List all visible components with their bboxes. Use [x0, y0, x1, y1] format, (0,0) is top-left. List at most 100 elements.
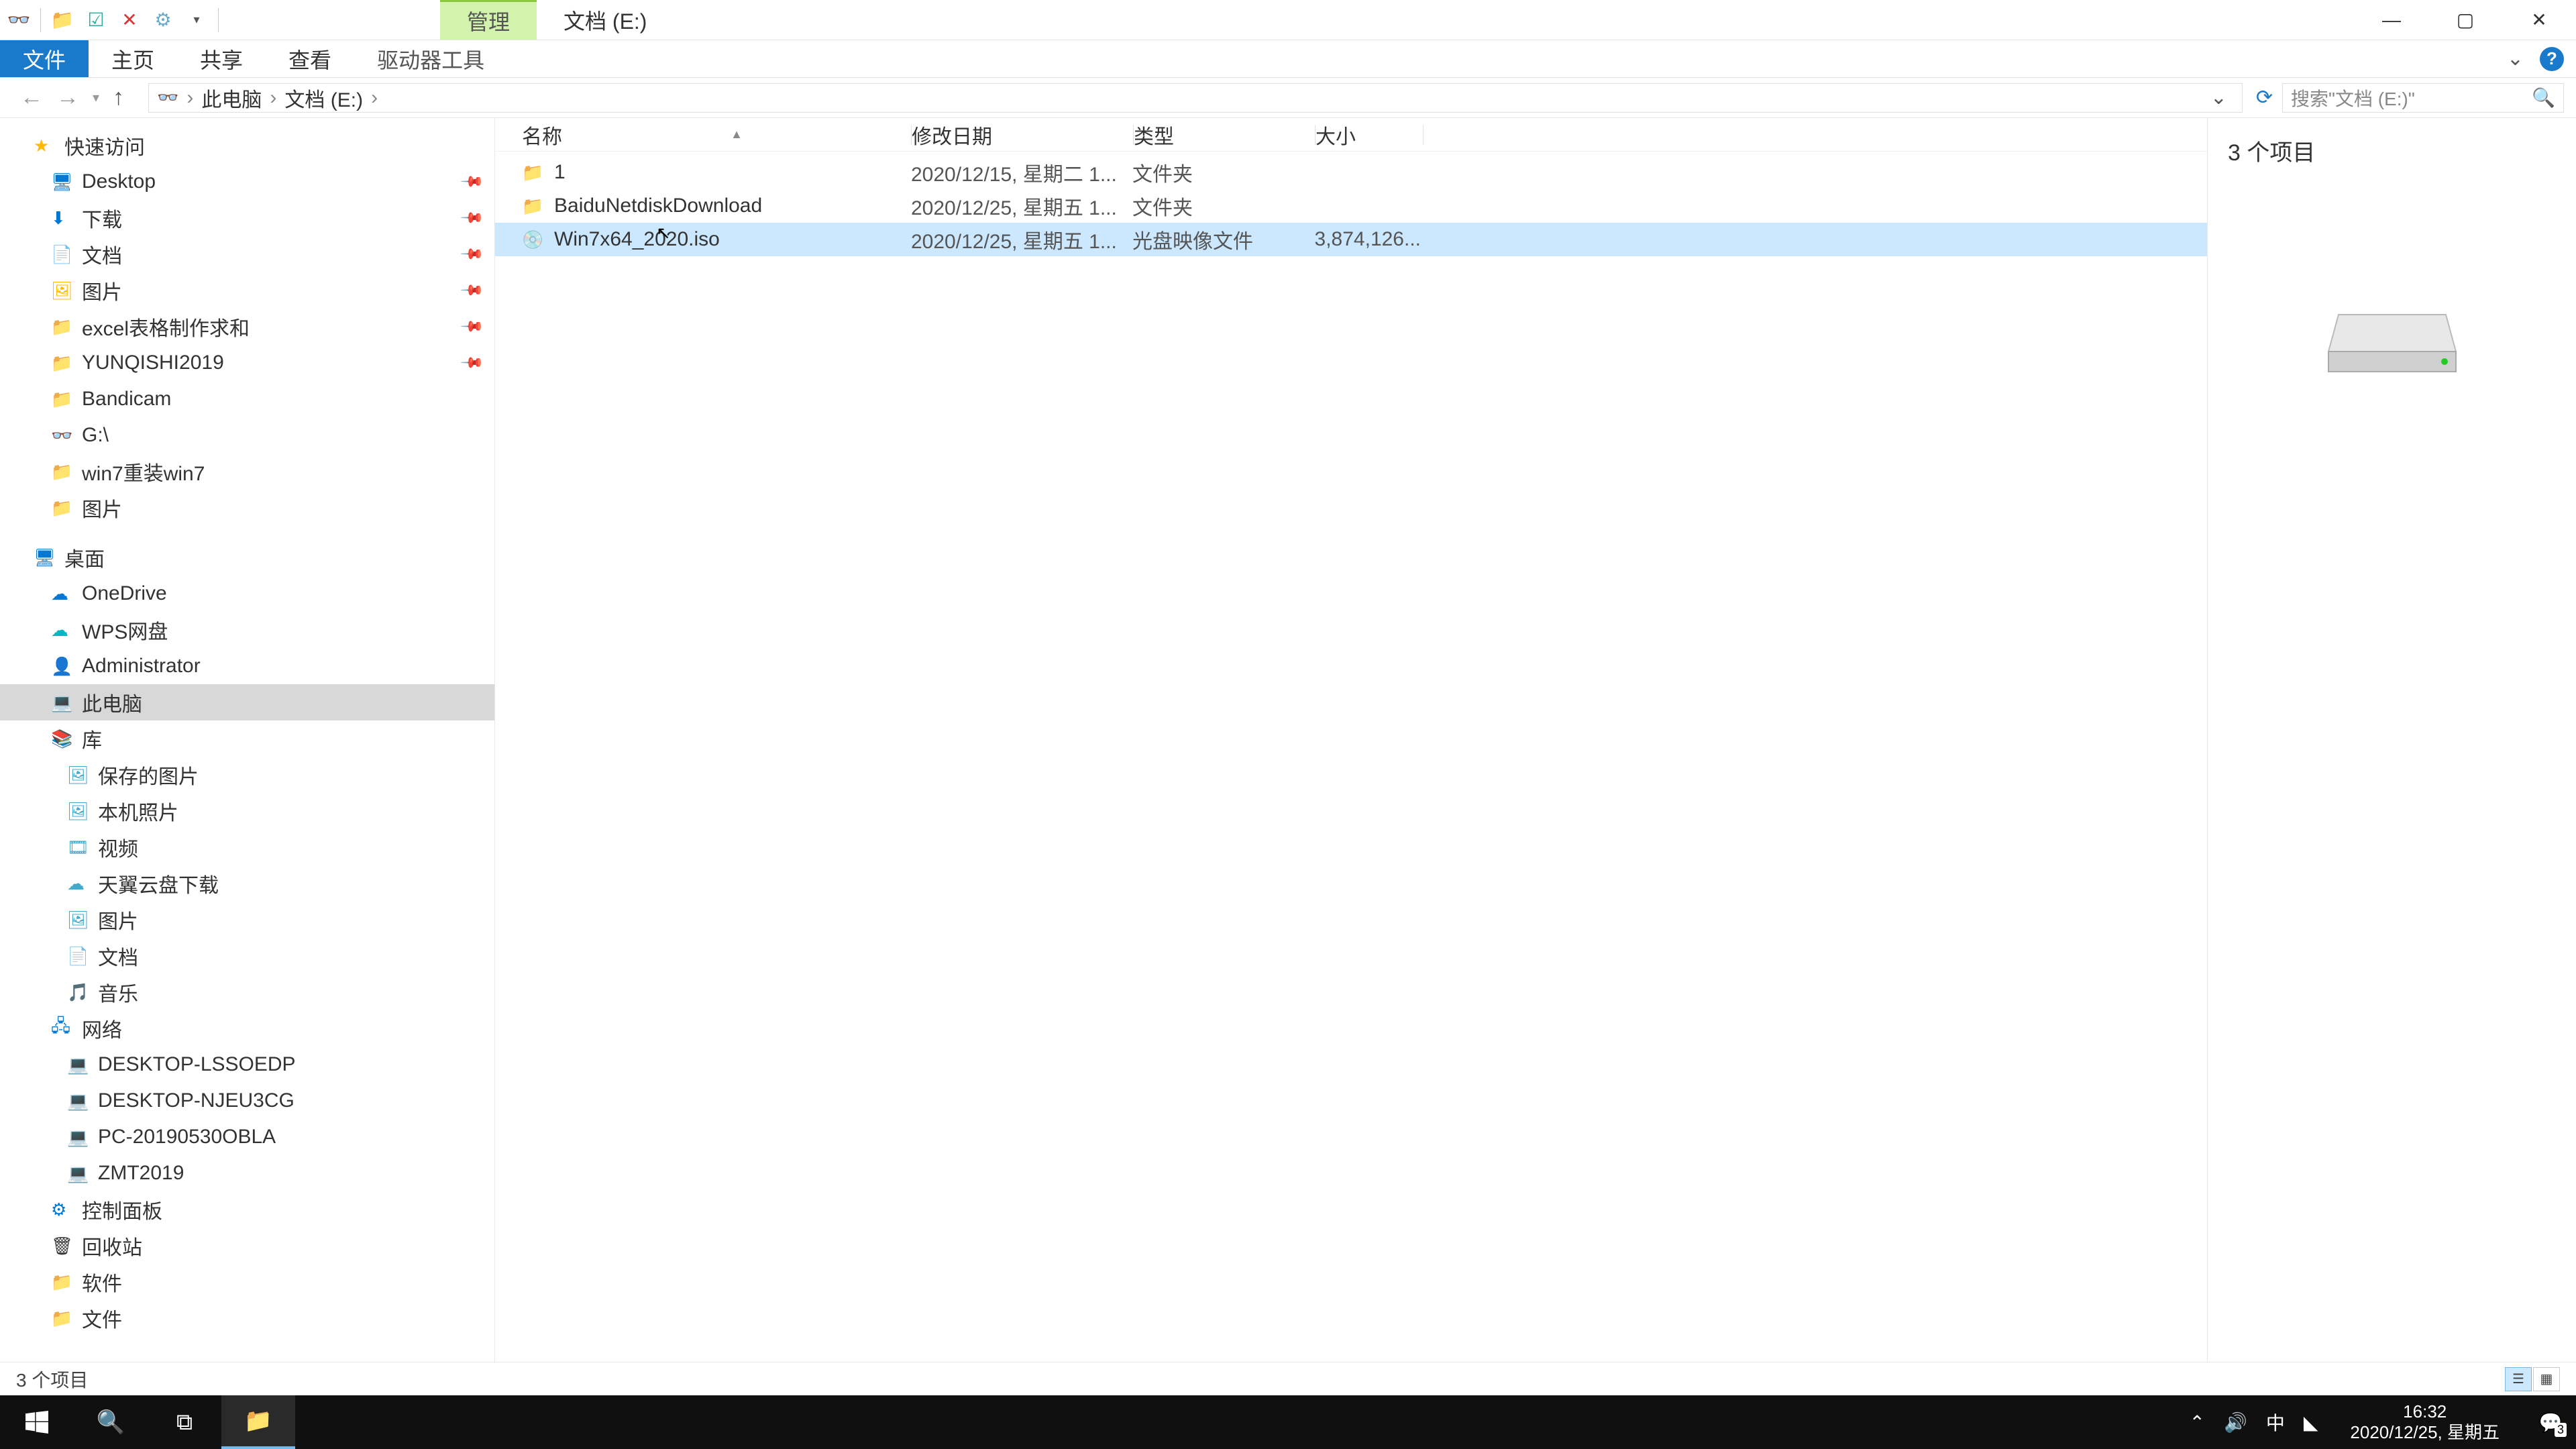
- tree-label: 音乐: [98, 977, 138, 1007]
- address-dropdown-icon[interactable]: ⌄: [2204, 86, 2234, 109]
- help-button[interactable]: ?: [2540, 47, 2564, 71]
- start-button[interactable]: [0, 1395, 74, 1449]
- file-tab[interactable]: 文件: [0, 40, 89, 77]
- refresh-button[interactable]: ⟳: [2247, 86, 2282, 109]
- volume-icon[interactable]: 🔊: [2224, 1411, 2247, 1434]
- sidebar-software[interactable]: 📁软件: [0, 1264, 494, 1300]
- sidebar-music[interactable]: 🎵音乐: [0, 974, 494, 1010]
- qat-dropdown-icon[interactable]: ▾: [184, 8, 209, 32]
- navigation-pane[interactable]: ★快速访问 🖥Desktop📌 ⬇下载📌 📄文档📌 🖼图片📌 📁excel表格制…: [0, 118, 495, 1362]
- tray-app-icon[interactable]: ◣: [2304, 1411, 2318, 1434]
- pin-icon: 📌: [459, 169, 484, 195]
- drive-tools-tab[interactable]: 驱动器工具: [354, 40, 507, 77]
- sidebar-pc1[interactable]: 💻DESKTOP-LSSOEDP: [0, 1046, 494, 1083]
- network-icon: 🖧: [51, 1014, 75, 1043]
- sidebar-pictures[interactable]: 🖼图片📌: [0, 272, 494, 309]
- sidebar-documents2[interactable]: 📄文档: [0, 938, 494, 974]
- sidebar-desktop[interactable]: 🖥Desktop📌: [0, 164, 494, 200]
- search-button[interactable]: 🔍: [74, 1395, 148, 1449]
- sidebar-libraries[interactable]: 📚库: [0, 720, 494, 757]
- forward-button[interactable]: →: [56, 85, 79, 111]
- sidebar-saved-pics[interactable]: 🖼 保存的图片: [0, 757, 494, 793]
- tree-label: ZMT2019: [98, 1162, 184, 1185]
- column-date[interactable]: 修改日期: [912, 120, 1133, 150]
- sidebar-win7[interactable]: 📁win7重装win7: [0, 453, 494, 490]
- icons-view-button[interactable]: ▦: [2533, 1367, 2560, 1391]
- sidebar-this-pc[interactable]: 💻此电脑: [0, 684, 494, 720]
- sidebar-files[interactable]: 📁文件: [0, 1300, 494, 1336]
- file-row[interactable]: 📁12020/12/15, 星期二 1...文件夹: [495, 156, 2207, 189]
- main-content: ★快速访问 🖥Desktop📌 ⬇下载📌 📄文档📌 🖼图片📌 📁excel表格制…: [0, 118, 2576, 1362]
- window-title: 文档 (E:): [537, 0, 674, 40]
- file-row[interactable]: 💿Win7x64_2020.iso2020/12/25, 星期五 1...光盘映…: [495, 223, 2207, 256]
- sidebar-network[interactable]: 🖧网络: [0, 1010, 494, 1046]
- cloud-icon: ☁: [51, 584, 75, 604]
- tray-overflow-icon[interactable]: ⌃: [2190, 1411, 2205, 1434]
- chevron-right-icon[interactable]: ›: [182, 87, 197, 109]
- qat-properties-icon[interactable]: 📁: [50, 8, 74, 32]
- desktop-icon: 🖥: [34, 547, 58, 568]
- close-button[interactable]: ✕: [2502, 0, 2576, 40]
- sidebar-camera-roll[interactable]: 🖼本机照片: [0, 793, 494, 829]
- sidebar-pc4[interactable]: 💻ZMT2019: [0, 1155, 494, 1191]
- search-icon[interactable]: 🔍: [2532, 87, 2555, 109]
- column-resize[interactable]: [1423, 125, 1424, 145]
- sidebar-control-panel[interactable]: ⚙控制面板: [0, 1191, 494, 1228]
- sidebar-downloads[interactable]: ⬇下载📌: [0, 200, 494, 236]
- chevron-right-icon[interactable]: ›: [367, 87, 382, 109]
- qat-settings-icon[interactable]: ⚙: [151, 8, 175, 32]
- ribbon-collapse-icon[interactable]: ⌄: [2507, 47, 2524, 70]
- breadcrumb-drive[interactable]: 文档 (E:): [284, 83, 363, 113]
- sidebar-gdrive[interactable]: 👓G:\: [0, 417, 494, 453]
- minimize-button[interactable]: —: [2355, 0, 2428, 40]
- details-view-button[interactable]: ☰: [2505, 1367, 2532, 1391]
- chevron-right-icon[interactable]: ›: [266, 87, 280, 109]
- ime-indicator[interactable]: 中: [2266, 1409, 2285, 1436]
- pictures-icon: 🖼: [67, 765, 91, 786]
- file-date: 2020/12/25, 星期五 1...: [911, 225, 1132, 254]
- sidebar-onedrive[interactable]: ☁OneDrive: [0, 576, 494, 612]
- sidebar-yunqishi[interactable]: 📁YUNQISHI2019📌: [0, 345, 494, 381]
- qat-checkbox-icon[interactable]: ☑: [84, 8, 108, 32]
- sidebar-pictures3[interactable]: 🖼图片: [0, 902, 494, 938]
- sidebar-pc3[interactable]: 💻PC-20190530OBLA: [0, 1119, 494, 1155]
- sidebar-tianyi[interactable]: ☁天翼云盘下载: [0, 865, 494, 902]
- breadcrumb-this-pc[interactable]: 此电脑: [201, 83, 262, 113]
- column-type[interactable]: 类型: [1134, 120, 1315, 150]
- qat-delete-icon[interactable]: ✕: [117, 8, 142, 32]
- share-tab[interactable]: 共享: [177, 40, 266, 77]
- explorer-taskbar-button[interactable]: 📁: [221, 1395, 295, 1449]
- folder-icon: 📁: [522, 196, 546, 217]
- sidebar-pictures2[interactable]: 📁图片: [0, 490, 494, 526]
- sidebar-excel[interactable]: 📁excel表格制作求和📌: [0, 309, 494, 345]
- up-button[interactable]: ↑: [113, 85, 124, 111]
- file-name: Win7x64_2020.iso: [554, 228, 911, 251]
- home-tab[interactable]: 主页: [89, 40, 177, 77]
- quick-access[interactable]: ★快速访问: [0, 127, 494, 164]
- sidebar-pc2[interactable]: 💻DESKTOP-NJEU3CG: [0, 1083, 494, 1119]
- maximize-button[interactable]: ▢: [2428, 0, 2502, 40]
- sidebar-videos[interactable]: 🎞视频: [0, 829, 494, 865]
- task-view-button[interactable]: ⧉: [148, 1395, 221, 1449]
- manage-tab[interactable]: 管理: [440, 0, 537, 40]
- sidebar-desktop-root[interactable]: 🖥桌面: [0, 539, 494, 576]
- tree-label: excel表格制作求和: [82, 312, 250, 341]
- search-input[interactable]: 搜索"文档 (E:)" 🔍: [2282, 83, 2564, 113]
- sidebar-admin[interactable]: 👤Administrator: [0, 648, 494, 684]
- sidebar-documents[interactable]: 📄文档📌: [0, 236, 494, 272]
- tree-label: 保存的图片: [98, 760, 199, 790]
- tree-label: 快速访问: [64, 131, 145, 160]
- column-size[interactable]: 大小: [1316, 120, 1423, 150]
- view-tab[interactable]: 查看: [266, 40, 354, 77]
- clock[interactable]: 16:32 2020/12/25, 星期五: [2337, 1401, 2513, 1443]
- sidebar-recycle[interactable]: 🗑回收站: [0, 1228, 494, 1264]
- action-center-button[interactable]: 💬 3: [2532, 1403, 2569, 1441]
- breadcrumb[interactable]: 👓 › 此电脑 › 文档 (E:) › ⌄: [148, 83, 2243, 113]
- column-name[interactable]: 名称▲: [522, 120, 911, 150]
- file-row[interactable]: 📁BaiduNetdiskDownload2020/12/25, 星期五 1..…: [495, 189, 2207, 223]
- windows-icon: [25, 1411, 48, 1434]
- sidebar-wps[interactable]: ☁WPS网盘: [0, 612, 494, 648]
- back-button[interactable]: ←: [20, 85, 43, 111]
- sidebar-bandicam[interactable]: 📁Bandicam: [0, 381, 494, 417]
- history-dropdown-icon[interactable]: ▾: [93, 89, 99, 106]
